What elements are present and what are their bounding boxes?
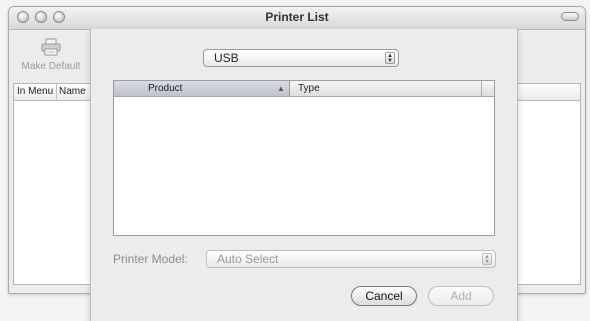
- printer-model-label: Printer Model:: [113, 252, 188, 266]
- connection-type-popup[interactable]: USB ▲ ▼: [203, 49, 399, 67]
- make-default-label: Make Default: [21, 61, 81, 72]
- connection-type-value: USB: [214, 51, 239, 65]
- column-header-type[interactable]: Type: [298, 83, 320, 94]
- column-header-name[interactable]: Name: [59, 86, 86, 97]
- cancel-button[interactable]: Cancel: [351, 286, 417, 306]
- popup-arrows-icon: ▲ ▼: [482, 253, 492, 265]
- add-printer-sheet: USB ▲ ▼ Product ▲ Type Printer Model: Aut…: [90, 29, 518, 321]
- column-header-product-label: Product: [148, 83, 183, 94]
- column-divider[interactable]: [56, 84, 57, 100]
- toolbar-toggle-button[interactable]: [561, 12, 579, 21]
- printer-model-value: Auto Select: [217, 252, 279, 266]
- column-header-product[interactable]: Product ▲: [114, 81, 290, 96]
- printer-model-popup[interactable]: Auto Select ▲ ▼: [206, 250, 496, 268]
- popup-arrows-icon: ▲ ▼: [385, 52, 395, 64]
- make-default-button[interactable]: Make Default: [13, 34, 89, 72]
- printer-browser-table[interactable]: Product ▲ Type: [113, 80, 495, 236]
- add-button[interactable]: Add: [428, 286, 494, 306]
- printer-browser-header: Product ▲ Type: [114, 81, 494, 97]
- window-title: Printer List: [265, 10, 329, 24]
- sort-ascending-icon: ▲: [277, 84, 285, 93]
- column-divider[interactable]: [481, 81, 482, 96]
- title-bar: Printer List: [9, 7, 585, 30]
- column-header-in-menu[interactable]: In Menu: [17, 86, 53, 97]
- printer-icon: [41, 38, 61, 56]
